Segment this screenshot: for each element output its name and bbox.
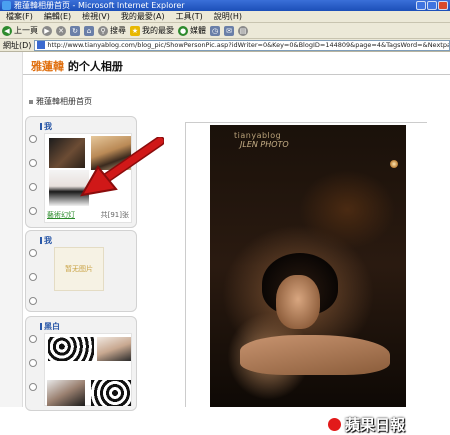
- header-bar-icon: [40, 123, 42, 130]
- page-title-suffix: 的个人相册: [64, 60, 123, 73]
- menu-file[interactable]: 檔案(F): [6, 11, 33, 22]
- close-button[interactable]: [438, 1, 448, 10]
- header-bar-icon: [40, 323, 42, 330]
- favorites-button[interactable]: ★ 我的最愛: [130, 25, 174, 36]
- media-icon: ●: [178, 25, 188, 36]
- history-icon: ◷: [210, 25, 220, 36]
- menu-edit[interactable]: 編輯(E): [44, 11, 71, 22]
- no-image-placeholder: 暂无图片: [54, 247, 104, 291]
- photo-watermark-2: JLEN PHOTO: [240, 140, 289, 149]
- ring-icon: [29, 249, 37, 257]
- star-icon: ★: [130, 25, 140, 36]
- stop-icon: ✕: [56, 25, 66, 36]
- apple-icon: [327, 417, 342, 432]
- favorites-label: 我的最愛: [142, 26, 174, 35]
- ie-icon: [2, 1, 11, 10]
- media-button[interactable]: ● 媒體: [178, 25, 206, 36]
- slideshow-link[interactable]: 藝術幻灯: [47, 210, 75, 220]
- ring-icon: [29, 159, 37, 167]
- photo-watermark: tianyablog: [234, 131, 282, 140]
- maximize-button[interactable]: [427, 1, 437, 10]
- ring-icon: [29, 383, 37, 391]
- thumbnail[interactable]: [48, 337, 94, 361]
- ring-icon: [29, 135, 37, 143]
- forward-button[interactable]: ▶: [42, 25, 52, 36]
- bullet-icon: [29, 99, 33, 104]
- page-viewport: 雅蓮韓 的个人相册 雅蓮韓相册首页 我 藝術幻灯 共[91]张 我 暂无图片 黑…: [0, 52, 450, 434]
- breadcrumb-home[interactable]: 雅蓮韓相册首页: [36, 96, 92, 107]
- binder-rings: [29, 335, 37, 391]
- ring-icon: [29, 273, 37, 281]
- menu-view[interactable]: 檢視(V): [82, 11, 110, 22]
- photo-arms: [240, 335, 390, 375]
- back-button[interactable]: ◀ 上一頁: [2, 25, 38, 36]
- menu-tools[interactable]: 工具(T): [176, 11, 203, 22]
- page-icon: [37, 41, 46, 49]
- search-button[interactable]: ⚲ 搜尋: [98, 25, 126, 36]
- album-panel: [44, 333, 132, 406]
- toolbar: ◀ 上一頁 ▶ ✕ ↻ ⌂ ⚲ 搜尋 ★ 我的最愛 ● 媒體 ◷ ✉ ▤: [0, 23, 450, 39]
- address-input[interactable]: http://www.tianyablog.com/blog_pic/ShowP…: [34, 39, 450, 51]
- ring-icon: [29, 183, 37, 191]
- page-content: 雅蓮韓 的个人相册 雅蓮韓相册首页 我 藝術幻灯 共[91]张 我 暂无图片 黑…: [22, 52, 450, 411]
- search-icon: ⚲: [98, 25, 108, 36]
- title-divider: [23, 74, 450, 75]
- ring-icon: [29, 207, 37, 215]
- menu-bar: 檔案(F) 編輯(E) 檢視(V) 我的最愛(A) 工具(T) 說明(H): [0, 11, 450, 23]
- address-bar: 網址(D) http://www.tianyablog.com/blog_pic…: [0, 39, 450, 52]
- address-url: http://www.tianyablog.com/blog_pic/ShowP…: [47, 41, 449, 49]
- annotation-arrow-icon: [80, 137, 164, 197]
- binder-rings: [29, 249, 37, 305]
- search-label: 搜尋: [110, 26, 126, 35]
- forward-arrow-icon: ▶: [42, 25, 52, 36]
- stop-button[interactable]: ✕: [56, 25, 66, 36]
- thumbnail[interactable]: [47, 380, 85, 406]
- lamp-light: [390, 160, 398, 168]
- address-label: 網址(D): [3, 40, 32, 50]
- back-label: 上一頁: [14, 26, 38, 35]
- mail-icon: ✉: [224, 25, 234, 36]
- album-header: 我: [40, 121, 52, 132]
- main-photo[interactable]: tianyablog JLEN PHOTO: [210, 125, 406, 407]
- ring-icon: [29, 297, 37, 305]
- mail-button[interactable]: ✉: [224, 25, 234, 36]
- refresh-button[interactable]: ↻: [70, 25, 80, 36]
- refresh-icon: ↻: [70, 25, 80, 36]
- photo-count: 共[91]张: [100, 211, 129, 219]
- photo-face: [276, 275, 320, 329]
- photo-viewer: tianyablog JLEN PHOTO: [185, 122, 427, 407]
- menu-favorites[interactable]: 我的最愛(A): [121, 11, 165, 22]
- album-header: 我: [40, 235, 52, 246]
- back-arrow-icon: ◀: [2, 25, 12, 36]
- album-title[interactable]: 黑白: [44, 321, 60, 332]
- owner-name[interactable]: 雅蓮韓: [31, 60, 64, 73]
- window-title: 雅蓮韓相册首页 - Microsoft Internet Explorer: [14, 1, 185, 10]
- thumbnail[interactable]: [97, 337, 131, 361]
- album-card[interactable]: 我 暂无图片: [25, 230, 137, 312]
- media-label: 媒體: [190, 26, 206, 35]
- brand-name: 蘋果日報: [345, 416, 406, 434]
- window-title-bar: 雅蓮韓相册首页 - Microsoft Internet Explorer: [0, 0, 450, 11]
- page-title: 雅蓮韓 的个人相册: [31, 58, 123, 74]
- menu-help[interactable]: 說明(H): [214, 11, 242, 22]
- header-bar-icon: [40, 237, 42, 244]
- home-button[interactable]: ⌂: [84, 25, 94, 36]
- print-button[interactable]: ▤: [238, 25, 248, 36]
- print-icon: ▤: [238, 25, 248, 36]
- ring-icon: [29, 335, 37, 343]
- binder-rings: [29, 135, 37, 215]
- no-image-label: 暂无图片: [65, 265, 93, 273]
- album-title[interactable]: 我: [44, 121, 52, 132]
- minimize-button[interactable]: [416, 1, 426, 10]
- album-title[interactable]: 我: [44, 235, 52, 246]
- breadcrumb: 雅蓮韓相册首页: [29, 96, 92, 107]
- newspaper-logo: 蘋果日報: [327, 414, 405, 435]
- thumbnail[interactable]: [91, 380, 131, 406]
- album-header: 黑白: [40, 321, 60, 332]
- history-button[interactable]: ◷: [210, 25, 220, 36]
- ring-icon: [29, 359, 37, 367]
- album-card[interactable]: 黑白: [25, 316, 137, 411]
- home-icon: ⌂: [84, 25, 94, 36]
